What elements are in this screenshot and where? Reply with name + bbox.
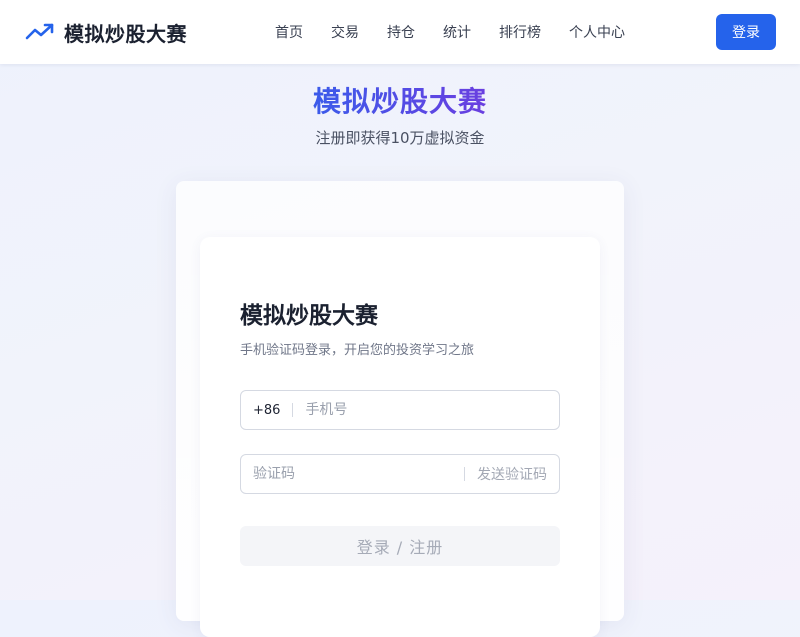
- top-navbar: 模拟炒股大赛 首页 交易 持仓 统计 排行榜 个人中心 登录: [0, 0, 800, 64]
- hero-subtitle: 注册即获得10万虚拟资金: [315, 129, 485, 147]
- login-register-button[interactable]: 登录 / 注册: [240, 526, 560, 566]
- country-code-prefix[interactable]: +86: [253, 403, 280, 418]
- hero-title-text: 模拟炒股大赛: [312, 85, 487, 118]
- verification-code-input[interactable]: [253, 466, 452, 482]
- send-code-button[interactable]: 发送验证码: [477, 464, 547, 484]
- main-nav: 首页 交易 持仓 统计 排行榜 个人中心: [261, 0, 639, 64]
- code-field: 发送验证码: [240, 454, 560, 494]
- nav-item-home[interactable]: 首页: [275, 22, 303, 42]
- phone-input[interactable]: [305, 402, 559, 418]
- phone-field: +86: [240, 390, 560, 430]
- nav-item-holdings[interactable]: 持仓: [387, 22, 415, 42]
- brand[interactable]: 模拟炒股大赛: [24, 16, 187, 48]
- header-login-button[interactable]: 登录: [716, 14, 776, 50]
- field-divider: [464, 467, 465, 481]
- nav-item-trade[interactable]: 交易: [331, 22, 359, 42]
- brand-name: 模拟炒股大赛: [64, 21, 187, 46]
- nav-item-profile[interactable]: 个人中心: [569, 22, 625, 42]
- nav-item-statistics[interactable]: 统计: [443, 22, 471, 42]
- login-card-subtitle: 手机验证码登录，开启您的投资学习之旅: [240, 343, 475, 358]
- trending-up-icon: [25, 23, 54, 40]
- nav-item-leaderboard[interactable]: 排行榜: [499, 22, 541, 42]
- field-divider: [292, 403, 294, 417]
- login-card-title: 模拟炒股大赛: [240, 303, 378, 329]
- hero-title: 模拟炒股大赛: [0, 80, 800, 120]
